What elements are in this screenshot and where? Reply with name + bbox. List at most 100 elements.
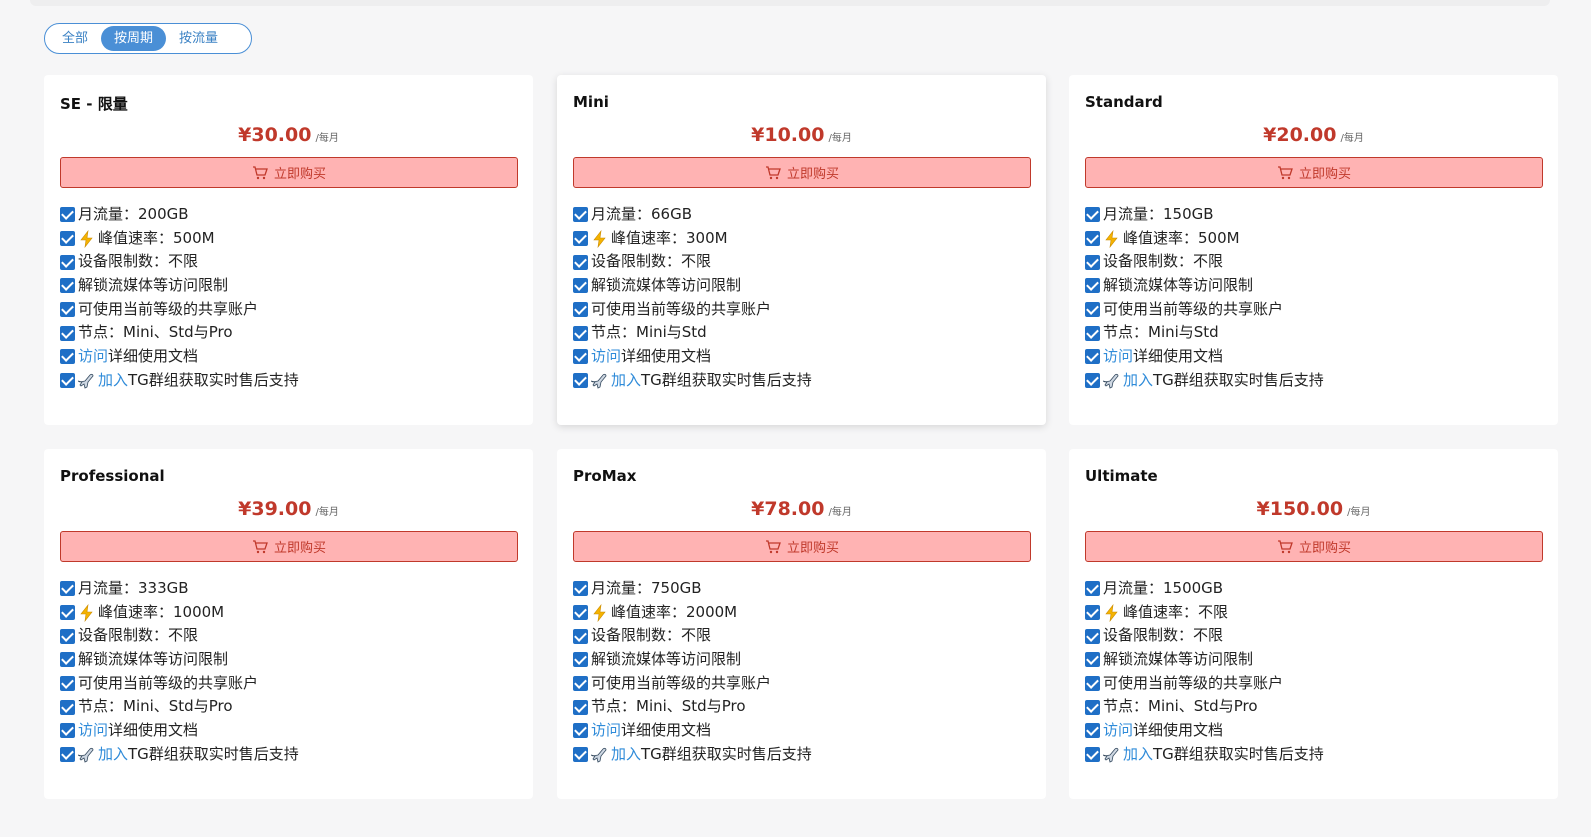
docs-link[interactable]: 访问 xyxy=(591,345,621,369)
plan-card: Mini ¥10.00/每月 立即购买 月流量：66GB 峰值速率：300M 设… xyxy=(557,75,1046,425)
checkbox-icon xyxy=(1085,349,1100,365)
feature-shared: 可使用当前等级的共享账户 xyxy=(60,298,299,322)
telegram-link[interactable]: 加入 xyxy=(98,369,128,393)
docs-link[interactable]: 访问 xyxy=(1103,345,1133,369)
checkbox-icon xyxy=(573,302,588,318)
feature-text: TG群组获取实时售后支持 xyxy=(1153,744,1324,763)
tab-by-period[interactable]: 按周期 xyxy=(101,26,167,51)
cart-icon xyxy=(765,165,781,179)
feature-speed: 峰值速率：300M xyxy=(573,227,812,251)
feature-traffic: 月流量：66GB xyxy=(573,203,812,227)
feature-text: TG群组获取实时售后支持 xyxy=(641,370,812,389)
checkbox-icon xyxy=(1085,325,1100,341)
feature-unlock: 解锁流媒体等访问限制 xyxy=(60,274,299,298)
checkbox-icon xyxy=(1085,747,1100,763)
feature-text: 峰值速率：不限 xyxy=(1123,602,1229,621)
checkbox-icon xyxy=(1085,605,1100,621)
price-row: ¥20.00/每月 xyxy=(1069,124,1558,146)
airplane-icon xyxy=(78,747,94,763)
tab-by-traffic[interactable]: 按流量 xyxy=(166,26,231,51)
checkbox-icon xyxy=(60,605,75,621)
feature-devices: 设备限制数：不限 xyxy=(573,624,812,648)
feature-text: 可使用当前等级的共享账户 xyxy=(591,673,772,692)
buy-now-button[interactable]: 立即购买 xyxy=(573,531,1031,562)
feature-unlock: 解锁流媒体等访问限制 xyxy=(573,648,812,672)
buy-now-button[interactable]: 立即购买 xyxy=(1085,157,1543,188)
price-period: /每月 xyxy=(1340,133,1364,144)
feature-nodes: 节点：Mini、Std与Pro xyxy=(60,321,299,345)
telegram-link[interactable]: 加入 xyxy=(1123,743,1153,767)
feature-speed: 峰值速率：500M xyxy=(60,227,299,251)
telegram-link[interactable]: 加入 xyxy=(1123,369,1153,393)
feature-text: 节点：Mini、Std与Pro xyxy=(1103,697,1258,716)
docs-link[interactable]: 访问 xyxy=(591,719,621,743)
plan-card: ProMax ¥78.00/每月 立即购买 月流量：750GB 峰值速率：200… xyxy=(557,449,1046,799)
feature-docs: 访问 详细使用文档 xyxy=(60,719,299,743)
plan-card: SE - 限量 ¥30.00/每月 立即购买 月流量：200GB 峰值速率：50… xyxy=(44,75,533,425)
buy-now-button[interactable]: 立即购买 xyxy=(573,157,1031,188)
buy-now-button[interactable]: 立即购买 xyxy=(60,531,518,562)
plan-name: Mini xyxy=(573,93,609,111)
feature-traffic: 月流量：200GB xyxy=(60,203,299,227)
docs-link[interactable]: 访问 xyxy=(78,345,108,369)
docs-link[interactable]: 访问 xyxy=(1103,719,1133,743)
checkbox-icon xyxy=(1085,278,1100,294)
buy-now-label: 立即购买 xyxy=(273,167,326,182)
plan-price: ¥78.00 xyxy=(751,498,825,520)
buy-now-button[interactable]: 立即购买 xyxy=(60,157,518,188)
price-row: ¥78.00/每月 xyxy=(557,498,1046,520)
period-filter: 全部 按周期 按流量 xyxy=(44,23,252,54)
cart-icon xyxy=(252,539,268,553)
checkbox-icon xyxy=(60,676,75,692)
cart-icon xyxy=(1277,165,1293,179)
feature-text: 节点：Mini、Std与Pro xyxy=(78,323,233,342)
airplane-icon xyxy=(591,747,607,763)
feature-traffic: 月流量：1500GB xyxy=(1085,577,1324,601)
tab-all[interactable]: 全部 xyxy=(49,26,101,51)
feature-list: 月流量：333GB 峰值速率：1000M 设备限制数：不限 解锁流媒体等访问限制… xyxy=(60,577,299,767)
checkbox-icon xyxy=(573,254,588,270)
buy-now-label: 立即购买 xyxy=(786,541,839,556)
feature-docs: 访问 详细使用文档 xyxy=(573,345,812,369)
feature-text: 可使用当前等级的共享账户 xyxy=(1103,673,1284,692)
checkbox-icon xyxy=(1085,652,1100,668)
feature-text: 节点：Mini与Std xyxy=(591,323,707,342)
checkbox-icon xyxy=(573,581,588,597)
telegram-link[interactable]: 加入 xyxy=(611,369,641,393)
feature-telegram: 加入 TG群组获取实时售后支持 xyxy=(60,743,299,767)
checkbox-icon xyxy=(60,747,75,763)
feature-text: 设备限制数：不限 xyxy=(1103,626,1224,645)
feature-docs: 访问 详细使用文档 xyxy=(60,345,299,369)
feature-unlock: 解锁流媒体等访问限制 xyxy=(1085,648,1324,672)
feature-devices: 设备限制数：不限 xyxy=(573,250,812,274)
feature-list: 月流量：750GB 峰值速率：2000M 设备限制数：不限 解锁流媒体等访问限制… xyxy=(573,577,812,767)
buy-now-button[interactable]: 立即购买 xyxy=(1085,531,1543,562)
feature-text: 设备限制数：不限 xyxy=(78,626,199,645)
checkbox-icon xyxy=(573,699,588,715)
feature-text: 详细使用文档 xyxy=(108,347,199,366)
checkbox-icon xyxy=(573,325,588,341)
docs-link[interactable]: 访问 xyxy=(78,719,108,743)
price-period: /每月 xyxy=(315,133,339,144)
feature-text: 解锁流媒体等访问限制 xyxy=(591,650,742,669)
checkbox-icon xyxy=(60,581,75,597)
plan-name: Ultimate xyxy=(1085,467,1158,485)
feature-text: 可使用当前等级的共享账户 xyxy=(78,673,259,692)
feature-traffic: 月流量：150GB xyxy=(1085,203,1324,227)
checkbox-icon xyxy=(573,605,588,621)
feature-text: 可使用当前等级的共享账户 xyxy=(78,299,259,318)
price-row: ¥30.00/每月 xyxy=(44,124,533,146)
lightning-icon xyxy=(593,229,606,248)
checkbox-icon xyxy=(60,628,75,644)
telegram-link[interactable]: 加入 xyxy=(611,743,641,767)
feature-unlock: 解锁流媒体等访问限制 xyxy=(573,274,812,298)
checkbox-icon xyxy=(573,652,588,668)
telegram-link[interactable]: 加入 xyxy=(98,743,128,767)
checkbox-icon xyxy=(1085,373,1100,389)
checkbox-icon xyxy=(573,207,588,223)
feature-devices: 设备限制数：不限 xyxy=(1085,624,1324,648)
price-row: ¥39.00/每月 xyxy=(44,498,533,520)
price-row: ¥10.00/每月 xyxy=(557,124,1046,146)
feature-text: 解锁流媒体等访问限制 xyxy=(591,276,742,295)
plan-card: Standard ¥20.00/每月 立即购买 月流量：150GB 峰值速率：5… xyxy=(1069,75,1558,425)
